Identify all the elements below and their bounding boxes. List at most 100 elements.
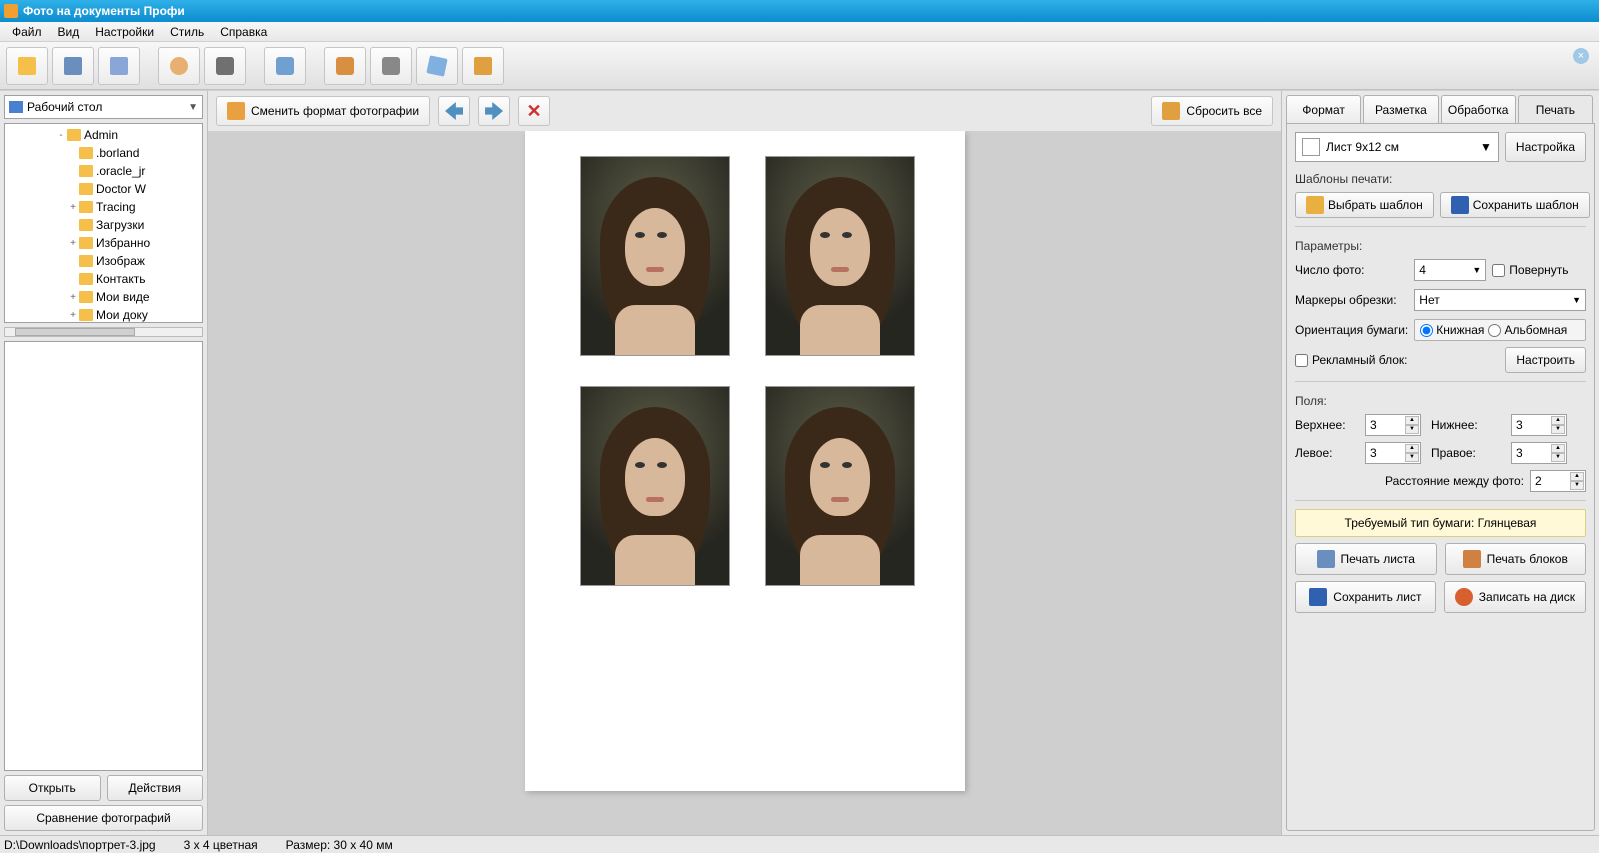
swap-icon	[227, 102, 245, 120]
paper-required-info: Требуемый тип бумаги: Глянцевая	[1295, 509, 1586, 537]
film-button[interactable]	[370, 47, 412, 85]
configure-ad-button[interactable]: Настроить	[1505, 347, 1586, 373]
photo-slot	[580, 156, 730, 356]
menu-style[interactable]: Стиль	[162, 23, 212, 41]
flip-left-button[interactable]	[438, 96, 470, 126]
tree-item[interactable]: +Мои доку	[7, 306, 200, 323]
menu-file[interactable]: Файл	[4, 23, 50, 41]
photo-slot	[765, 156, 915, 356]
save-button[interactable]	[52, 47, 94, 85]
margin-top-label: Верхнее:	[1295, 418, 1355, 432]
print-page	[525, 131, 965, 791]
flip-right-button[interactable]	[478, 96, 510, 126]
left-panel: Рабочий стол ▼ -Admin.borland.oracle_jrD…	[0, 91, 208, 835]
menu-help[interactable]: Справка	[212, 23, 275, 41]
tab-process[interactable]: Обработка	[1441, 95, 1516, 123]
photo-slot	[580, 386, 730, 586]
desktop-icon	[9, 101, 23, 113]
orient-landscape-radio[interactable]: Альбомная	[1488, 323, 1567, 337]
spacing-spinner[interactable]: 2▲▼	[1530, 470, 1586, 492]
margin-right-label: Правое:	[1431, 446, 1501, 460]
main-toolbar: ×	[0, 42, 1599, 90]
save-template-button[interactable]: Сохранить шаблон	[1440, 192, 1590, 218]
params-label: Параметры:	[1295, 239, 1586, 253]
window-titlebar: Фото на документы Профи	[0, 0, 1599, 22]
change-format-button[interactable]: Сменить формат фотографии	[216, 96, 430, 126]
margin-bottom-spinner[interactable]: 3▲▼	[1511, 414, 1567, 436]
app-icon	[4, 4, 18, 18]
open-folder-button[interactable]	[6, 47, 48, 85]
layers-button[interactable]	[416, 47, 458, 85]
tree-item[interactable]: +Избранно	[7, 234, 200, 252]
crop-markers-label: Маркеры обрезки:	[1295, 293, 1408, 307]
tree-item[interactable]: .oracle_jr	[7, 162, 200, 180]
user-button[interactable]	[158, 47, 200, 85]
rotate-checkbox[interactable]: Повернуть	[1492, 263, 1568, 277]
center-panel: Сменить формат фотографии ✕ Сбросить все	[208, 91, 1281, 835]
write-disc-button[interactable]: Записать на диск	[1444, 581, 1586, 613]
doc-icon	[1302, 138, 1320, 156]
choose-template-button[interactable]: Выбрать шаблон	[1295, 192, 1434, 218]
cart-button[interactable]	[462, 47, 504, 85]
print-blocks-button[interactable]: Печать блоков	[1445, 543, 1587, 575]
tree-item[interactable]: Контакть	[7, 270, 200, 288]
status-path: D:\Downloads\портрет-3.jpg	[4, 838, 156, 852]
margin-right-spinner[interactable]: 3▲▼	[1511, 442, 1567, 464]
tree-scrollbar[interactable]	[4, 327, 203, 337]
sheet-size-select[interactable]: Лист 9x12 см ▼	[1295, 132, 1499, 162]
close-toolbar-icon[interactable]: ×	[1573, 48, 1589, 64]
camera-button[interactable]	[204, 47, 246, 85]
tree-item[interactable]: +Мои виде	[7, 288, 200, 306]
delete-button[interactable]: ✕	[518, 96, 550, 126]
right-panel: Формат Разметка Обработка Печать Лист 9x…	[1281, 91, 1599, 835]
margin-left-spinner[interactable]: 3▲▼	[1365, 442, 1421, 464]
photo-count-select[interactable]: 4▼	[1414, 259, 1486, 281]
window-title: Фото на документы Профи	[23, 4, 1595, 18]
folder-root-dropdown[interactable]: Рабочий стол ▼	[4, 95, 203, 119]
crop-markers-select[interactable]: Нет▼	[1414, 289, 1586, 311]
page-preview-area[interactable]	[208, 131, 1281, 835]
print-sheet-button[interactable]: Печать листа	[1295, 543, 1437, 575]
right-tabs: Формат Разметка Обработка Печать	[1286, 95, 1595, 123]
actions-button[interactable]: Действия	[107, 775, 204, 801]
margin-left-label: Левое:	[1295, 446, 1355, 460]
print-button[interactable]	[98, 47, 140, 85]
reset-icon	[1162, 102, 1180, 120]
margins-label: Поля:	[1295, 394, 1586, 408]
chevron-down-icon: ▼	[188, 102, 198, 113]
orientation-label: Ориентация бумаги:	[1295, 323, 1408, 337]
grid-icon	[1306, 196, 1324, 214]
tree-item[interactable]: -Admin	[7, 126, 200, 144]
tree-item[interactable]: Изображ	[7, 252, 200, 270]
margin-top-spinner[interactable]: 3▲▼	[1365, 414, 1421, 436]
spacing-label: Расстояние между фото:	[1385, 474, 1524, 488]
help-button[interactable]	[324, 47, 366, 85]
tree-item[interactable]: +Tracing	[7, 198, 200, 216]
folder-root-label: Рабочий стол	[27, 100, 102, 114]
sheet-settings-button[interactable]: Настройка	[1505, 132, 1586, 162]
open-button[interactable]: Открыть	[4, 775, 101, 801]
chevron-down-icon: ▼	[1480, 140, 1492, 154]
compare-photos-button[interactable]: Сравнение фотографий	[4, 805, 203, 831]
photo-count-label: Число фото:	[1295, 263, 1408, 277]
save-icon	[1451, 196, 1469, 214]
preview-box	[4, 341, 203, 771]
reset-all-button[interactable]: Сбросить все	[1151, 96, 1273, 126]
tree-item[interactable]: .borland	[7, 144, 200, 162]
tab-layout[interactable]: Разметка	[1363, 95, 1438, 123]
menu-view[interactable]: Вид	[50, 23, 88, 41]
zoom-button[interactable]	[264, 47, 306, 85]
menu-settings[interactable]: Настройки	[87, 23, 162, 41]
statusbar: D:\Downloads\портрет-3.jpg 3 x 4 цветная…	[0, 835, 1599, 853]
ad-block-checkbox[interactable]: Рекламный блок:	[1295, 353, 1407, 367]
tab-print[interactable]: Печать	[1518, 95, 1593, 123]
tree-item[interactable]: Загрузки	[7, 216, 200, 234]
tree-item[interactable]: Doctor W	[7, 180, 200, 198]
orient-portrait-radio[interactable]: Книжная	[1420, 323, 1484, 337]
folder-tree[interactable]: -Admin.borland.oracle_jrDoctor W+Tracing…	[4, 123, 203, 323]
margin-bottom-label: Нижнее:	[1431, 418, 1501, 432]
tab-format[interactable]: Формат	[1286, 95, 1361, 123]
status-size: Размер: 30 x 40 мм	[286, 838, 393, 852]
status-color: 3 x 4 цветная	[184, 838, 258, 852]
save-sheet-button[interactable]: Сохранить лист	[1295, 581, 1436, 613]
